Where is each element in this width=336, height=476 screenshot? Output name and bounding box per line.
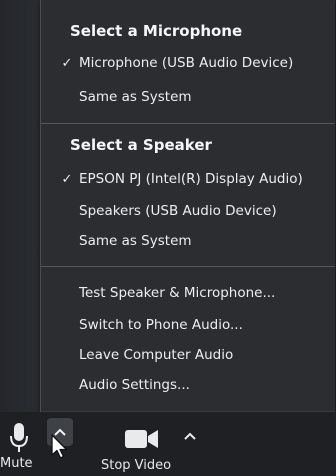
menu-item-label: Audio Settings...	[79, 377, 190, 393]
audio-options-menu: Select a Microphone ✓ Microphone (USB Au…	[40, 0, 335, 412]
video-options-toggle[interactable]	[180, 428, 200, 444]
menu-item-switch-to-phone-audio[interactable]: Switch to Phone Audio...	[55, 310, 327, 340]
menu-item-speaker-usb[interactable]: Speakers (USB Audio Device)	[55, 196, 327, 226]
select-speaker-heading: Select a Speaker	[70, 136, 212, 154]
checkmark-icon: ✓	[61, 171, 73, 187]
menu-item-label: EPSON PJ (Intel(R) Display Audio)	[79, 171, 303, 187]
menu-item-speaker-same-as-system[interactable]: Same as System	[55, 226, 327, 256]
menu-item-microphone-usb[interactable]: ✓ Microphone (USB Audio Device)	[55, 48, 327, 78]
menu-item-audio-settings[interactable]: Audio Settings...	[55, 370, 327, 400]
stop-video-button[interactable]: Stop Video	[94, 412, 190, 476]
menu-item-label: Speakers (USB Audio Device)	[79, 203, 277, 219]
checkmark-icon: ✓	[61, 55, 73, 71]
select-microphone-heading: Select a Microphone	[70, 22, 243, 40]
menu-item-label: Switch to Phone Audio...	[79, 317, 243, 333]
meeting-toolbar: Mute Stop Video	[0, 412, 336, 476]
menu-item-label: Microphone (USB Audio Device)	[79, 55, 294, 71]
microphone-icon	[10, 423, 28, 452]
menu-item-label: Same as System	[79, 89, 192, 105]
menu-divider	[41, 266, 335, 267]
menu-item-speaker-epson[interactable]: ✓ EPSON PJ (Intel(R) Display Audio)	[55, 164, 327, 194]
mouse-pointer-icon	[51, 434, 68, 459]
stop-video-label: Stop Video	[101, 458, 172, 473]
menu-item-leave-computer-audio[interactable]: Leave Computer Audio	[55, 340, 327, 370]
video-camera-icon	[125, 430, 158, 448]
mute-label: Mute	[0, 456, 33, 471]
menu-item-test-speaker-microphone[interactable]: Test Speaker & Microphone...	[55, 278, 327, 308]
mute-button[interactable]: Mute	[0, 412, 42, 476]
menu-divider	[41, 123, 335, 124]
chevron-up-icon	[184, 432, 196, 440]
menu-item-label: Leave Computer Audio	[79, 347, 234, 363]
menu-item-label: Same as System	[79, 233, 192, 249]
menu-item-label: Test Speaker & Microphone...	[79, 285, 276, 301]
menu-item-microphone-same-as-system[interactable]: Same as System	[55, 82, 327, 112]
